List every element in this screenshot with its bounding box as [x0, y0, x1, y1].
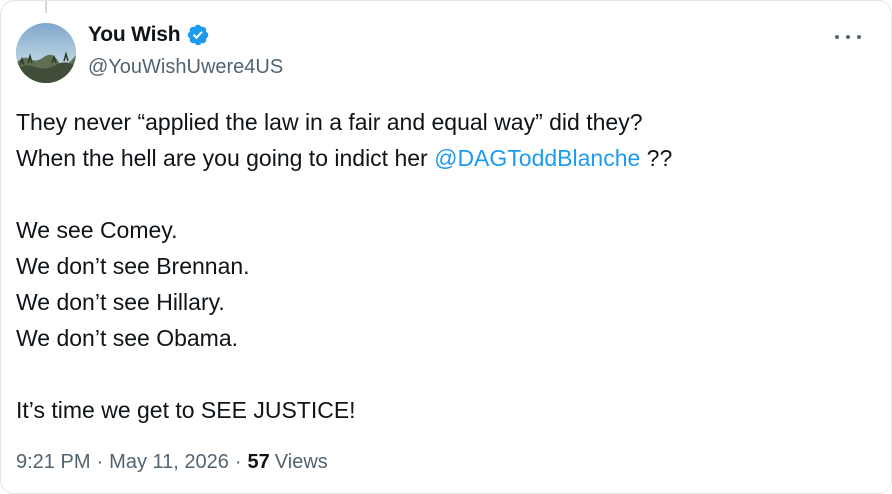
separator: ·	[234, 451, 242, 473]
tweet-line: We don’t see Hillary.	[16, 289, 225, 315]
tweet-line: We don’t see Obama.	[16, 325, 239, 351]
tweet-line: We see Comey.	[16, 217, 178, 243]
thread-line	[45, 1, 47, 13]
tweet-time[interactable]: 9:21 PM	[16, 451, 90, 474]
ellipsis-dot	[846, 35, 850, 39]
tweet-line: When the hell are you going to indict he…	[16, 140, 876, 176]
paragraph-break	[16, 176, 876, 212]
tweet-meta: 9:21 PM · May 11, 2026 · 57 Views	[16, 451, 328, 474]
tweet-text: They never “applied the law in a fair an…	[16, 104, 876, 428]
ellipsis-icon	[835, 35, 839, 39]
author-display-name[interactable]: You Wish	[88, 23, 181, 47]
ellipsis-dot	[857, 35, 861, 39]
tweet-date[interactable]: May 11, 2026	[109, 451, 229, 474]
tweet-card: You Wish @YouWishUwere4US They never “ap…	[0, 0, 892, 494]
separator: ·	[96, 451, 104, 473]
landscape-sky-avatar-icon	[16, 23, 76, 83]
author-name-row[interactable]: You Wish	[88, 23, 210, 47]
avatar[interactable]	[16, 23, 76, 83]
views-count[interactable]: 57	[248, 451, 270, 474]
more-options-button[interactable]	[835, 27, 861, 47]
mention-link[interactable]: @DAGToddBlanche	[434, 145, 640, 171]
views-label[interactable]: Views	[275, 451, 328, 474]
verified-badge-icon	[186, 23, 210, 47]
tweet-line-text: When the hell are you going to indict he…	[16, 145, 435, 171]
tweet-line: It’s time we get to SEE JUSTICE!	[16, 397, 356, 423]
author-handle[interactable]: @YouWishUwere4US	[88, 56, 283, 79]
tweet-line-text: ??	[640, 145, 673, 171]
tweet-line: They never “applied the law in a fair an…	[16, 109, 643, 135]
tweet-line: We don’t see Brennan.	[16, 253, 250, 279]
paragraph-break	[16, 356, 876, 392]
